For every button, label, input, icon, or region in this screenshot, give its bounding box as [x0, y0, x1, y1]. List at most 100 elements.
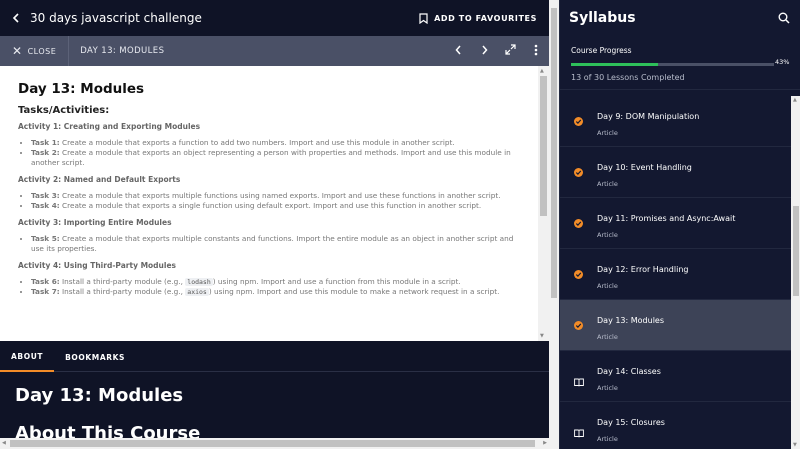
- scroll-up-arrow-icon[interactable]: ▲: [793, 97, 797, 103]
- syllabus-scrollbar[interactable]: ▲ ▼: [791, 96, 800, 449]
- lesson-item[interactable]: Day 12: Error Handling Article: [560, 249, 791, 300]
- chevron-left-icon[interactable]: [2, 0, 30, 36]
- lesson-item[interactable]: Day 11: Promises and Async:Await Article: [560, 198, 791, 249]
- lesson-title: Day 10: Event Handling: [597, 163, 692, 172]
- task-label: Task 4:: [31, 201, 60, 210]
- top-bar: 30 days javascript challenge ADD TO FAVO…: [0, 0, 549, 36]
- task-item: Task 3: Create a module that exports mul…: [31, 191, 520, 201]
- syllabus-scrollbar-thumb[interactable]: [793, 206, 799, 296]
- scroll-down-arrow-icon[interactable]: ▼: [793, 442, 797, 448]
- lesson-item[interactable]: Day 15: Closures Article: [560, 402, 791, 449]
- task-label: Task 7:: [31, 287, 60, 296]
- close-button[interactable]: ✕ CLOSE: [0, 36, 70, 66]
- lesson-title: Day 12: Error Handling: [597, 265, 689, 274]
- task-text: ) using npm. Import and use a function f…: [212, 277, 461, 286]
- syllabus-panel: Syllabus Course Progress 43% 13 of 30 Le…: [559, 0, 800, 449]
- tab-about-label: ABOUT: [11, 351, 44, 361]
- main-scrollbar[interactable]: [549, 0, 559, 449]
- task-code: lodash: [185, 278, 213, 286]
- next-lesson-button[interactable]: [471, 44, 497, 58]
- scroll-right-arrow-icon[interactable]: ▶: [543, 440, 547, 446]
- activity-heading: Activity 2: Named and Default Exports: [18, 175, 181, 184]
- lessons-completed-text: 13 of 30 Lessons Completed: [571, 73, 685, 82]
- more-vertical-icon: [534, 44, 538, 55]
- lesson-item[interactable]: Day 13: Modules Article: [560, 300, 791, 351]
- close-label: CLOSE: [27, 46, 57, 56]
- course-progress: Course Progress 43% 13 of 30 Lessons Com…: [560, 38, 800, 90]
- document-title: Day 13: Modules: [18, 81, 145, 97]
- task-list: Task 3: Create a module that exports mul…: [18, 191, 520, 211]
- activities-list: Activity 1: Creating and Exporting Modul…: [18, 122, 520, 297]
- lesson-type: Article: [597, 129, 618, 137]
- check-circle-icon: [574, 270, 583, 279]
- content-tabs: ABOUT BOOKMARKS: [0, 342, 549, 372]
- scroll-left-arrow-icon[interactable]: ◀: [2, 440, 6, 446]
- task-text: Create a module that exports a function …: [62, 138, 455, 147]
- lesson-title: Day 11: Promises and Async:Await: [597, 214, 736, 223]
- add-to-favourites-button[interactable]: ADD TO FAVOURITES: [419, 0, 537, 36]
- progress-bar-fill: [571, 63, 659, 66]
- task-item: Task 7: Install a third-party module (e.…: [31, 287, 520, 297]
- lesson-type: Article: [597, 435, 618, 443]
- scroll-up-arrow-icon[interactable]: ▲: [540, 68, 544, 74]
- task-text: Create a module that exports multiple co…: [31, 234, 514, 253]
- tasks-heading: Tasks/Activities:: [18, 105, 110, 116]
- check-circle-icon: [574, 321, 583, 330]
- lesson-item[interactable]: Day 10: Event Handling Article: [560, 147, 791, 198]
- lesson-type: Article: [597, 333, 618, 341]
- task-item: Task 6: Install a third-party module (e.…: [31, 277, 520, 287]
- progress-bar: [571, 63, 774, 66]
- scroll-down-arrow-icon[interactable]: ▼: [540, 333, 544, 339]
- lesson-title: Day 14: Classes: [597, 367, 661, 376]
- task-label: Task 5:: [31, 234, 60, 243]
- task-label: Task 6:: [31, 277, 60, 286]
- book-icon: [574, 423, 584, 438]
- current-lesson-label: DAY 13: MODULES: [80, 46, 165, 56]
- chevron-left-icon: [455, 45, 461, 55]
- task-text: Install a third-party module (e.g.,: [62, 277, 186, 286]
- lesson-toolbar-actions: [445, 36, 549, 66]
- syllabus-header: Syllabus: [560, 0, 800, 36]
- task-item: Task 2: Create a module that exports an …: [31, 148, 520, 168]
- activity-heading: Activity 1: Creating and Exporting Modul…: [18, 122, 201, 131]
- task-text: ) using npm. Import and use this module …: [208, 287, 500, 296]
- task-item: Task 5: Create a module that exports mul…: [31, 234, 520, 254]
- lesson-document[interactable]: Day 13: Modules Tasks/Activities: Activi…: [0, 66, 549, 341]
- lesson-title: Day 9: DOM Manipulation: [597, 112, 700, 121]
- horizontal-scrollbar-thumb[interactable]: [10, 440, 535, 447]
- search-icon[interactable]: [778, 12, 790, 24]
- document-scrollbar-thumb[interactable]: [540, 76, 547, 216]
- main-scrollbar-thumb[interactable]: [551, 8, 557, 298]
- tab-bookmarks[interactable]: BOOKMARKS: [54, 342, 136, 372]
- lesson-item[interactable]: Day 9: DOM Manipulation Article: [560, 96, 791, 147]
- progress-percent: 43%: [775, 58, 790, 66]
- bookmark-icon: [419, 12, 428, 24]
- task-list: Task 6: Install a third-party module (e.…: [18, 277, 520, 297]
- task-text: Install a third-party module (e.g.,: [62, 287, 186, 296]
- task-label: Task 2:: [31, 148, 60, 157]
- course-title: 30 days javascript challenge: [30, 11, 202, 25]
- lesson-title: Day 15: Closures: [597, 418, 665, 427]
- lesson-type: Article: [597, 282, 618, 290]
- add-to-favourites-label: ADD TO FAVOURITES: [434, 13, 537, 23]
- check-circle-icon: [574, 168, 583, 177]
- previous-lesson-button[interactable]: [445, 44, 471, 58]
- activity-heading: Activity 4: Using Third-Party Modules: [18, 261, 177, 270]
- book-icon: [574, 372, 584, 387]
- check-circle-icon: [574, 117, 583, 126]
- tab-about[interactable]: ABOUT: [0, 342, 55, 372]
- expand-button[interactable]: [497, 44, 523, 58]
- close-icon: ✕: [12, 44, 23, 58]
- task-text: Create a module that exports an object r…: [31, 148, 511, 167]
- more-options-button[interactable]: [523, 44, 549, 59]
- document-scrollbar[interactable]: ▲ ▼: [538, 66, 549, 341]
- tab-bookmarks-label: BOOKMARKS: [65, 352, 126, 362]
- task-list: Task 5: Create a module that exports mul…: [18, 234, 520, 254]
- task-item: Task 4: Create a module that exports a s…: [31, 201, 520, 211]
- lesson-type: Article: [597, 231, 618, 239]
- task-list: Task 1: Create a module that exports a f…: [18, 138, 520, 168]
- course-progress-label: Course Progress: [571, 46, 632, 55]
- lesson-item[interactable]: Day 14: Classes Article: [560, 351, 791, 402]
- about-lesson-title: Day 13: Modules: [15, 385, 184, 406]
- horizontal-scrollbar[interactable]: ◀ ▶: [0, 438, 549, 449]
